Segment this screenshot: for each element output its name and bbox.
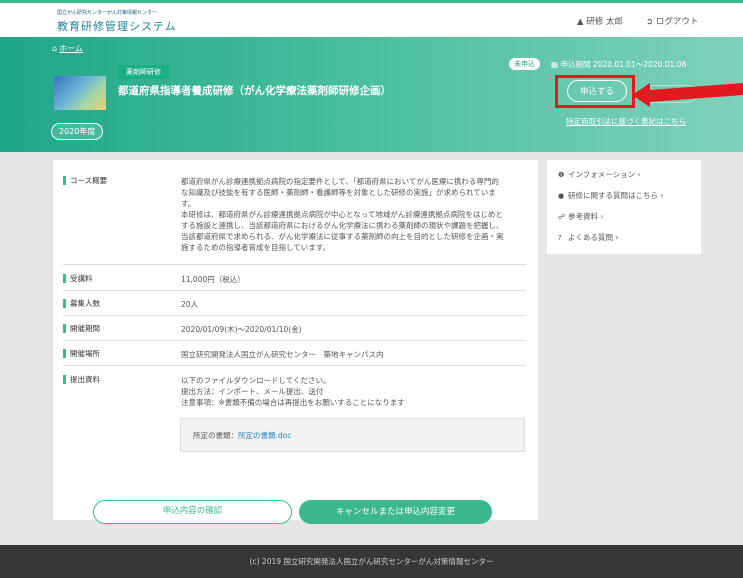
docs-label: 提出資料 (63, 375, 100, 384)
fee-label: 受講料 (63, 274, 93, 283)
file-download-box: 所定の書類：所定の書類.doc (180, 418, 525, 452)
overview-line: 本研修は、都道府県がん診療連携拠点病院が中心となって地域がん診療連携拠点病院をは… (181, 210, 503, 219)
apply-button[interactable]: 申込する (567, 80, 627, 102)
info-icon: ❶ (558, 171, 565, 179)
sidebar-item-label: よくある質問 › (568, 233, 619, 242)
divider (63, 264, 526, 265)
overview-line: 施するための指導者育成を目指しています。 (181, 243, 331, 252)
sidebar-item-label: 参考資料 › (568, 212, 604, 221)
divider (63, 315, 526, 316)
fee-value: 11,000円（税込） (181, 275, 245, 284)
overview-label: コース概要 (63, 176, 107, 185)
copyright: (c) 2019 国立研究開発法人国立がん研究センターがん対策情報センター (249, 557, 494, 566)
cancel-or-change-button[interactable]: キャンセルまたは申込内容変更 (299, 500, 492, 524)
overview-line: な知識及び技能を有する医師・薬剤師・看護師等を対象とした研修の実施」が求められて… (181, 188, 496, 197)
file-download-link[interactable]: 所定の書類.doc (238, 431, 291, 440)
logout-link[interactable]: ➲ ログアウト (646, 15, 698, 27)
question-icon: ? (558, 234, 562, 242)
category-badge: 薬剤師研修 (118, 65, 169, 79)
course-hero: ⌂ ホーム 薬剤師研修 都道府県指導者養成研修（がん化学療法薬剤師研修企画） 20… (0, 37, 743, 152)
sidebar-item-references[interactable]: ☍ 参考資料 › (558, 211, 603, 222)
top-header: 国立がん研究センターがん対策情報センター 教育研修管理システム ▲ 研修 太郎 … (0, 0, 743, 37)
course-details: コース概要 都道府県がん診療連携拠点病院の指定要件として、「都道府県においてがん… (53, 160, 538, 520)
overview-text: 都道府県がん診療連携拠点病院の指定要件として、「都道府県においてがん医療に携わる… (181, 176, 526, 253)
docs-line: 提出方法：インポート、メール提出、送付 (181, 387, 324, 396)
overview-line: 当該都道府県で求められる、がん化学療法に従事する薬剤師の向上を目的とした研修を企… (181, 232, 504, 241)
docs-text: 以下のファイルダウンロードしてください。 提出方法：インポート、メール提出、送付… (181, 375, 526, 408)
status-badge: 未申込 (509, 58, 540, 70)
pointer-arrow-icon (632, 83, 743, 107)
breadcrumb-home-label: ホーム (59, 44, 83, 53)
commerce-law-link[interactable]: 特定商取引法に基づく表記はこちら (566, 116, 686, 127)
sidebar-item-label: インフォメーション › (568, 170, 641, 179)
user-menu[interactable]: ▲ 研修 太郎 (577, 15, 623, 27)
chat-icon: ● (558, 192, 565, 200)
overview-line: する施設と連携し、当該都道府県におけるがん化学療法に携わる薬剤師の現状や課題を把… (181, 221, 504, 230)
overview-line: す。 (181, 199, 196, 208)
home-icon: ⌂ (52, 44, 58, 53)
application-period-text: 申込期間 2020.01.01～2020.01.08 (560, 60, 687, 69)
docs-line: 以下のファイルダウンロードしてください。 (181, 376, 331, 385)
overview-line: 都道府県がん診療連携拠点病院の指定要件として、「都道府県においてがん医療に携わる… (181, 177, 499, 186)
capacity-label: 募集人数 (63, 299, 100, 308)
file-label: 所定の書類： (193, 431, 238, 440)
person-icon: ▲ (577, 17, 584, 27)
docs-line: 注意事項：※書類不備の場合は再提出をお願いすることになります (181, 398, 405, 407)
application-period: ▦ 申込期間 2020.01.01～2020.01.08 (551, 59, 686, 70)
sidebar-item-questions[interactable]: ● 研修に関する質問はこちら › (558, 190, 663, 201)
system-name[interactable]: 教育研修管理システム (57, 18, 177, 34)
venue-label: 開催場所 (63, 349, 100, 358)
user-name: 研修 太郎 (586, 17, 623, 27)
divider (63, 290, 526, 291)
divider (63, 365, 526, 366)
dates-label: 開催期間 (63, 324, 100, 333)
footer: (c) 2019 国立研究開発法人国立がん研究センターがん対策情報センター (0, 545, 743, 578)
org-name: 国立がん研究センターがん対策情報センター (57, 10, 158, 16)
sidebar-item-label: 研修に関する質問はこちら › (568, 191, 664, 200)
calendar-icon: ▦ (551, 60, 559, 69)
sidebar-links: ❶ インフォメーション › ● 研修に関する質問はこちら › ☍ 参考資料 › ? よく… (547, 160, 701, 254)
divider (63, 340, 526, 341)
sidebar-item-information[interactable]: ❶ インフォメーション › (558, 169, 641, 180)
confirm-application-button[interactable]: 申込内容の確認 (93, 500, 292, 524)
breadcrumb-home[interactable]: ⌂ ホーム (52, 43, 83, 54)
venue-value: 国立研究開発法人国立がん研究センター 築地キャンパス内 (181, 350, 384, 359)
course-title: 都道府県指導者養成研修（がん化学療法薬剤師研修企画） (118, 85, 391, 97)
link-icon: ☍ (558, 213, 566, 221)
capacity-value: 20人 (181, 300, 199, 309)
sidebar-item-faq[interactable]: ? よくある質問 › (558, 232, 618, 243)
file-row: 所定の書類：所定の書類.doc (193, 430, 291, 441)
logout-icon: ➲ (646, 17, 654, 27)
logout-label: ログアウト (655, 17, 699, 27)
course-thumbnail (54, 76, 106, 110)
dates-value: 2020/01/09(木)～2020/01/10(金) (181, 325, 302, 334)
year-badge: 2020年度 (51, 123, 104, 140)
